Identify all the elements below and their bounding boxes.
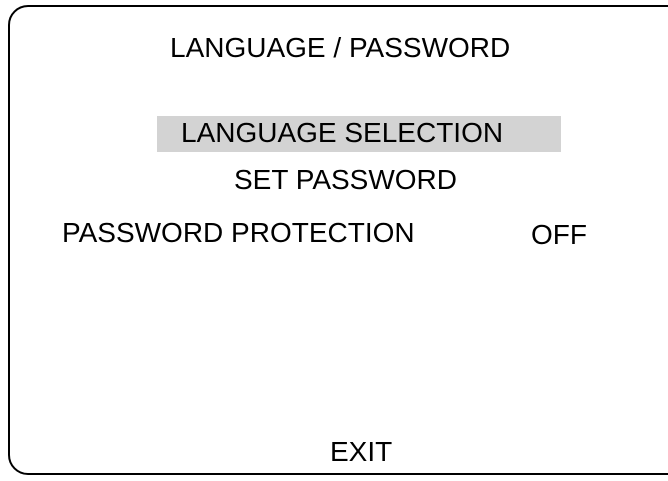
password-protection-value[interactable]: OFF (531, 218, 587, 252)
language-selection-item[interactable]: LANGUAGE SELECTION (157, 116, 561, 152)
exit-item[interactable]: EXIT (330, 435, 392, 469)
password-protection-item[interactable]: PASSWORD PROTECTION (62, 216, 415, 250)
menu-title: LANGUAGE / PASSWORD (170, 32, 511, 63)
set-password-item[interactable]: SET PASSWORD (234, 163, 457, 197)
